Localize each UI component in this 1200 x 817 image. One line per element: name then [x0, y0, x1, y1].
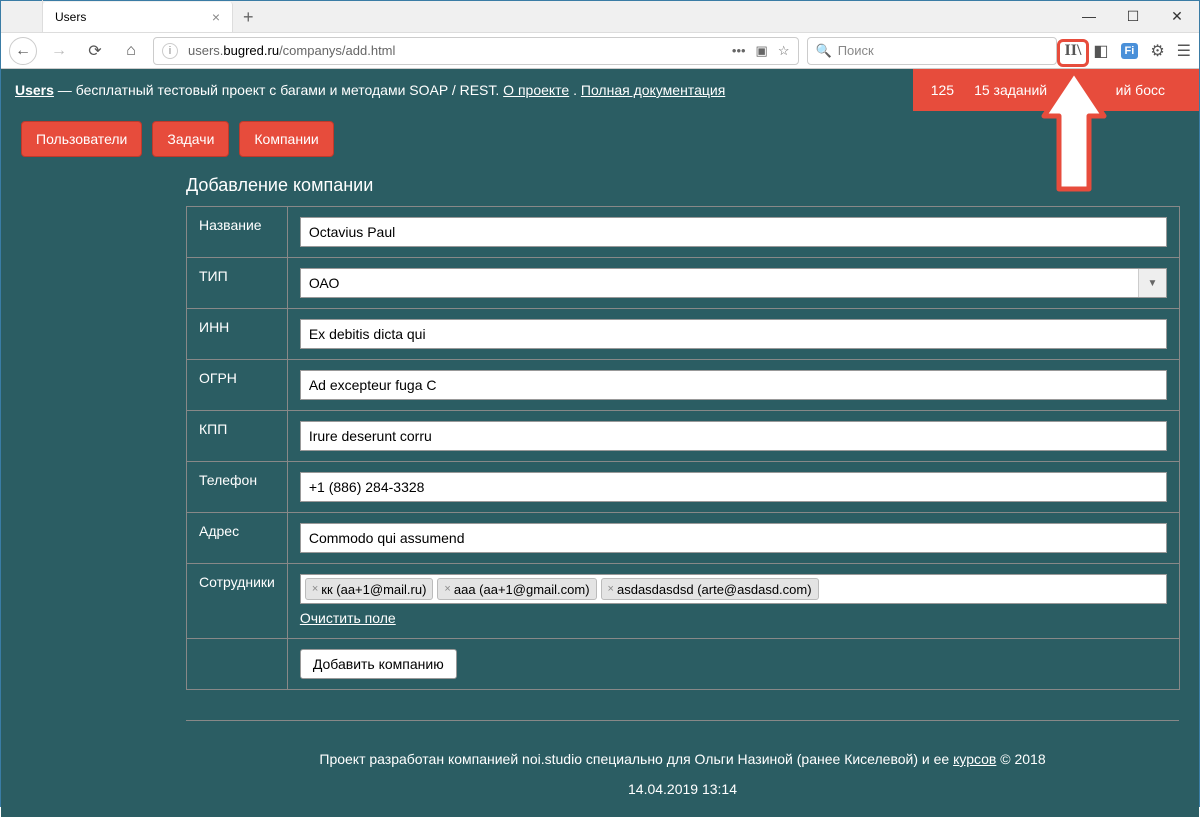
nav-tasks-button[interactable]: Задачи [152, 121, 229, 157]
kpp-label: КПП [187, 411, 288, 462]
remove-icon[interactable]: × [312, 583, 318, 595]
docs-link[interactable]: Полная документация [581, 82, 725, 98]
company-form: Название ТИП ОАО ▼ ИНН ОГРН [186, 206, 1180, 690]
type-label: ТИП [187, 258, 288, 309]
phone-label: Телефон [187, 462, 288, 513]
url-bar[interactable]: i users.bugred.ru/companys/add.html ••• … [153, 37, 799, 65]
more-icon[interactable]: ••• [732, 43, 746, 59]
tab-title: Users [55, 10, 86, 24]
address-input[interactable] [300, 523, 1167, 553]
nav-companies-button[interactable]: Компании [239, 121, 333, 157]
close-window-icon[interactable]: ✕ [1155, 0, 1199, 32]
footer-text: Проект разработан компанией noi.studio с… [186, 721, 1179, 777]
remove-icon[interactable]: × [608, 583, 614, 595]
url-text: users.bugred.ru/companys/add.html [188, 43, 726, 58]
address-bar: ← → ⟳ ⌂ i users.bugred.ru/companys/add.h… [1, 33, 1199, 69]
employee-tag[interactable]: ×aaa (aa+1@gmail.com) [437, 578, 596, 600]
employees-input[interactable]: ×кк (aa+1@mail.ru) ×aaa (aa+1@gmail.com)… [300, 574, 1167, 604]
maximize-icon[interactable]: ☐ [1111, 0, 1155, 32]
clear-employees-link[interactable]: Очистить поле [300, 610, 396, 626]
addon-icon[interactable]: ⚙ [1150, 41, 1164, 61]
points-count: 125 [931, 82, 954, 98]
address-label: Адрес [187, 513, 288, 564]
courses-link[interactable]: курсов [953, 751, 996, 767]
employee-tag[interactable]: ×asdasdasdsd (arte@asdasd.com) [601, 578, 819, 600]
menu-icon[interactable]: ☰ [1177, 41, 1191, 61]
page-title: Добавление компании [186, 169, 1179, 206]
phone-input[interactable] [300, 472, 1167, 502]
search-icon: 🔍 [816, 43, 832, 59]
user-icon: 🐱 [1067, 82, 1084, 98]
reader-icon[interactable]: ▣ [756, 43, 768, 59]
nav-users-button[interactable]: Пользователи [21, 121, 142, 157]
star-icon[interactable]: ☆ [778, 43, 790, 59]
close-icon[interactable]: × [212, 9, 220, 25]
nav-buttons: Пользователи Задачи Компании [1, 121, 1199, 169]
type-select[interactable]: ОАО ▼ [300, 268, 1167, 298]
chevron-down-icon: ▼ [1138, 269, 1166, 297]
tasks-count: 15 заданий [974, 82, 1047, 98]
browser-tab[interactable]: Users × [43, 2, 233, 32]
new-tab-button[interactable]: + [233, 2, 264, 32]
inn-input[interactable] [300, 319, 1167, 349]
reload-button[interactable]: ⟳ [81, 37, 109, 65]
ogrn-label: ОГРН [187, 360, 288, 411]
app-header: Users — бесплатный тестовый проект с баг… [1, 69, 1199, 111]
home-button[interactable]: ⌂ [117, 37, 145, 65]
ogrn-input[interactable] [300, 370, 1167, 400]
app-body: Пользователи Задачи Компании Добавление … [1, 111, 1199, 817]
forward-button[interactable]: → [45, 37, 73, 65]
employee-tag[interactable]: ×кк (aa+1@mail.ru) [305, 578, 434, 600]
remove-icon[interactable]: × [444, 583, 450, 595]
footer-date: 14.04.2019 13:14 [186, 777, 1179, 817]
minimize-icon[interactable]: — [1067, 0, 1111, 32]
about-link[interactable]: О проекте [503, 82, 569, 98]
site-info-icon[interactable]: i [162, 43, 178, 59]
employees-label: Сотрудники [187, 564, 288, 639]
sidebar-icon[interactable]: ◧ [1093, 41, 1108, 61]
name-label: Название [187, 207, 288, 258]
search-input[interactable]: 🔍 Поиск [807, 37, 1057, 65]
name-input[interactable] [300, 217, 1167, 247]
status-bar: 125 15 заданий 🐱 ий босс [913, 69, 1199, 111]
browser-tab-bar: Users × + — ☐ ✕ [1, 1, 1199, 33]
submit-button[interactable]: Добавить компанию [300, 649, 457, 679]
kpp-input[interactable] [300, 421, 1167, 451]
inn-label: ИНН [187, 309, 288, 360]
extension-icon[interactable]: Fi [1121, 43, 1139, 59]
back-button[interactable]: ← [9, 37, 37, 65]
user-label[interactable]: 🐱 ий босс [1067, 82, 1165, 99]
library-icon[interactable]: II\ [1065, 42, 1082, 60]
brand-link[interactable]: Users [15, 82, 54, 98]
